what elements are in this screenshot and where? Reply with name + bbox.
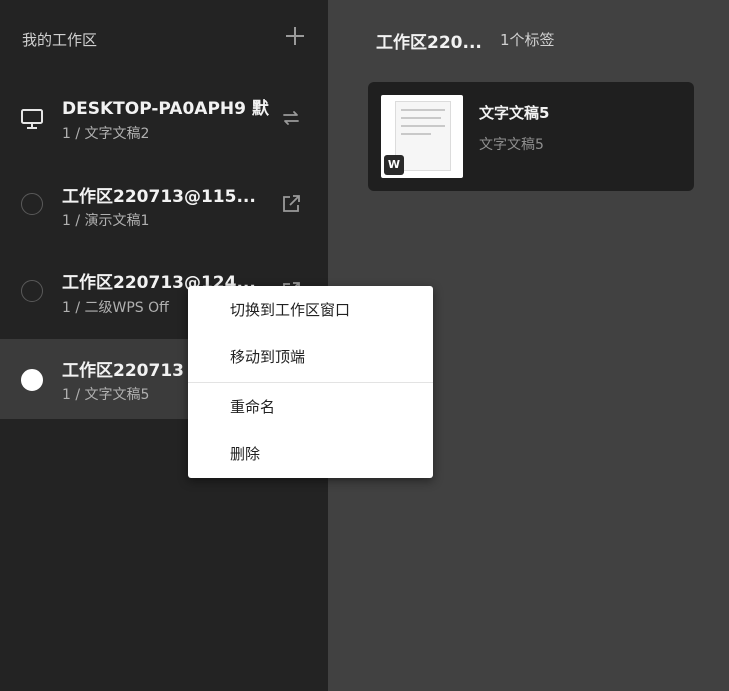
thumbnail-line xyxy=(401,117,441,119)
menu-item-move-to-top[interactable]: 移动到顶端 xyxy=(188,337,433,377)
menu-divider xyxy=(188,382,433,383)
workspace-title: DESKTOP-PA0APH9 默 xyxy=(62,99,269,119)
context-menu: 切换到工作区窗口 移动到顶端 重命名 删除 xyxy=(188,286,433,478)
workspace-item-2[interactable]: 工作区220713@115... 1 / 演示文稿1 xyxy=(0,164,328,244)
menu-item-delete[interactable]: 删除 xyxy=(188,434,433,474)
menu-item-rename[interactable]: 重命名 xyxy=(188,387,433,427)
thumbnail-line xyxy=(401,109,445,111)
switch-icon[interactable] xyxy=(279,106,303,130)
radio-selected-icon[interactable] xyxy=(21,369,43,391)
workspace-item-desktop[interactable]: DESKTOP-PA0APH9 默 1 / 文字文稿2 xyxy=(0,78,328,158)
sidebar-header: 我的工作区 xyxy=(22,31,98,49)
workspace-subtitle: 1 / 文字文稿2 xyxy=(62,126,150,142)
tab-title: 文字文稿5 xyxy=(479,104,550,122)
tab-card[interactable]: W 文字文稿5 文字文稿5 xyxy=(368,82,694,191)
thumbnail-line xyxy=(401,133,431,135)
thumbnail-line xyxy=(401,125,445,127)
workspace-name: 工作区220... xyxy=(376,33,482,53)
add-workspace-button[interactable] xyxy=(284,25,306,47)
tab-subtitle: 文字文稿5 xyxy=(479,137,544,153)
menu-item-switch-window[interactable]: 切换到工作区窗口 xyxy=(188,290,433,330)
radio-icon[interactable] xyxy=(21,280,43,302)
external-link-icon[interactable] xyxy=(279,192,303,216)
tab-count: 1个标签 xyxy=(500,31,555,49)
wps-writer-icon: W xyxy=(384,155,404,175)
workspace-title: 工作区220713@115... xyxy=(62,187,256,207)
document-thumbnail: W xyxy=(381,95,463,178)
workspace-subtitle: 1 / 演示文稿1 xyxy=(62,213,150,229)
radio-icon[interactable] xyxy=(21,193,43,215)
monitor-icon xyxy=(21,109,43,129)
